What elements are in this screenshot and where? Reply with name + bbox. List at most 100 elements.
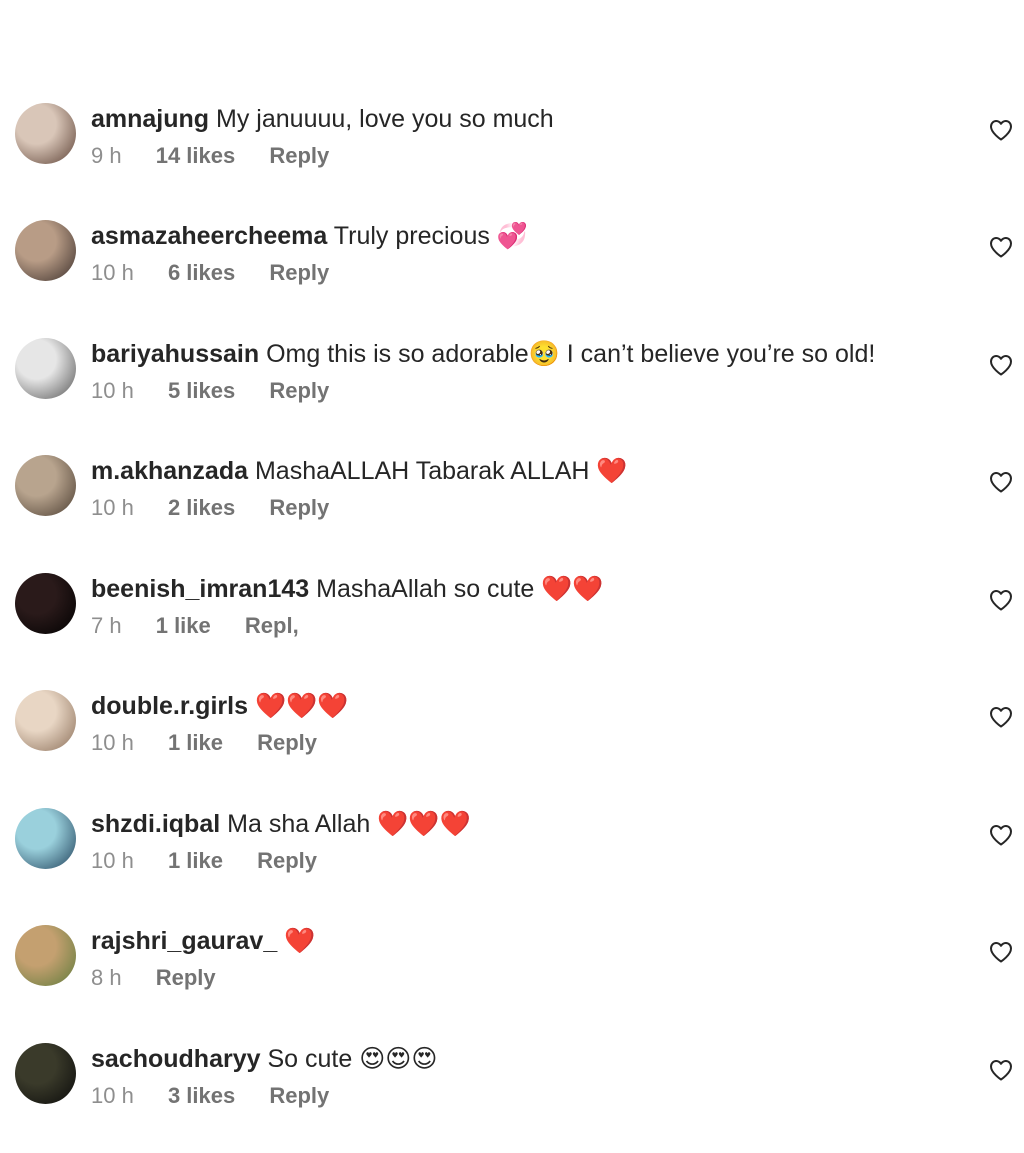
comment-text: MashaAllah so cute: [316, 575, 535, 603]
comment-username[interactable]: asmazaheercheema: [91, 222, 327, 250]
comment-line: sachoudharyy So cute 😍😍😍: [91, 1043, 944, 1075]
comment-emoji: 💞: [496, 221, 528, 250]
avatar[interactable]: [15, 220, 76, 281]
heart-outline-icon[interactable]: [989, 354, 1013, 376]
comment-body: rajshri_gaurav_ ❤️ 8 h Reply: [91, 925, 944, 993]
comment-line: double.r.girls ❤️❤️❤️: [91, 690, 944, 722]
heart-outline-icon[interactable]: [989, 1059, 1013, 1081]
comment-likes[interactable]: 1 like: [168, 848, 223, 873]
comment-body: shzdi.iqbal Ma sha Allah ❤️❤️❤️ 10 h 1 l…: [91, 808, 944, 876]
heart-outline-icon[interactable]: [989, 236, 1013, 258]
avatar[interactable]: [15, 808, 76, 869]
comment-body: asmazaheercheema Truly precious 💞 10 h 6…: [91, 220, 944, 288]
comment-username[interactable]: sachoudharyy: [91, 1045, 261, 1073]
comment-time: 10 h: [91, 260, 134, 285]
comment-time: 10 h: [91, 848, 134, 873]
comment-body: double.r.girls ❤️❤️❤️ 10 h 1 like Reply: [91, 690, 944, 758]
comment-body: amnajung My januuuu, love you so much 9 …: [91, 103, 944, 171]
comment-time: 7 h: [91, 613, 122, 638]
reply-button[interactable]: Reply: [257, 848, 317, 873]
reply-button[interactable]: Reply: [269, 378, 329, 403]
comment-line: shzdi.iqbal Ma sha Allah ❤️❤️❤️: [91, 808, 944, 840]
comment-body: beenish_imran143 MashaAllah so cute ❤️❤️…: [91, 573, 944, 641]
comment-meta: 10 h 1 like Reply: [91, 846, 944, 876]
comment-likes[interactable]: 1 like: [156, 613, 211, 638]
reply-button[interactable]: Reply: [156, 965, 216, 990]
comment-text: Omg this is so adorable🥹 I can’t believe…: [266, 340, 876, 368]
comment-meta: 10 h 5 likes Reply: [91, 376, 944, 406]
comment-row: amnajung My januuuu, love you so much 9 …: [0, 103, 1024, 213]
comment-meta: 7 h 1 like Repl,: [91, 611, 944, 641]
avatar[interactable]: [15, 690, 76, 751]
reply-button[interactable]: Reply: [269, 1083, 329, 1108]
comment-username[interactable]: shzdi.iqbal: [91, 810, 220, 838]
heart-outline-icon[interactable]: [989, 589, 1013, 611]
comment-likes[interactable]: 2 likes: [168, 495, 235, 520]
comment-line: amnajung My januuuu, love you so much: [91, 103, 944, 135]
comment-line: rajshri_gaurav_ ❤️: [91, 925, 944, 957]
comment-row: sachoudharyy So cute 😍😍😍 10 h 3 likes Re…: [0, 1043, 1024, 1153]
comment-likes[interactable]: 6 likes: [168, 260, 235, 285]
comment-emoji: ❤️❤️❤️: [254, 691, 349, 720]
comment-likes[interactable]: 5 likes: [168, 378, 235, 403]
comment-username[interactable]: amnajung: [91, 105, 209, 133]
comment-likes[interactable]: 3 likes: [168, 1083, 235, 1108]
comment-meta: 10 h 1 like Reply: [91, 728, 944, 758]
comment-username[interactable]: m.akhanzada: [91, 457, 248, 485]
comment-meta: 10 h 6 likes Reply: [91, 258, 944, 288]
comment-emoji: ❤️❤️❤️: [377, 809, 471, 838]
heart-outline-icon[interactable]: [989, 941, 1013, 963]
comment-emoji: ❤️: [284, 926, 316, 955]
comment-row: asmazaheercheema Truly precious 💞 10 h 6…: [0, 220, 1024, 330]
reply-button[interactable]: Reply: [257, 730, 317, 755]
comment-emoji: 😍😍😍: [359, 1044, 438, 1073]
comment-text: My januuuu, love you so much: [216, 105, 554, 133]
comment-text: Ma sha Allah: [227, 810, 371, 838]
comment-meta: 8 h Reply: [91, 963, 944, 993]
comment-row: rajshri_gaurav_ ❤️ 8 h Reply: [0, 925, 1024, 1035]
avatar[interactable]: [15, 1043, 76, 1104]
comment-body: m.akhanzada MashaALLAH Tabarak ALLAH ❤️ …: [91, 455, 944, 523]
comment-time: 10 h: [91, 1083, 134, 1108]
comment-meta: 10 h 3 likes Reply: [91, 1081, 944, 1111]
heart-outline-icon[interactable]: [989, 824, 1013, 846]
comment-line: m.akhanzada MashaALLAH Tabarak ALLAH ❤️: [91, 455, 944, 487]
comment-body: bariyahussain Omg this is so adorable🥹 I…: [91, 338, 944, 406]
comment-body: sachoudharyy So cute 😍😍😍 10 h 3 likes Re…: [91, 1043, 944, 1111]
comment-username[interactable]: bariyahussain: [91, 340, 259, 368]
comment-username[interactable]: double.r.girls: [91, 692, 248, 720]
heart-outline-icon[interactable]: [989, 119, 1013, 141]
comment-row: double.r.girls ❤️❤️❤️ 10 h 1 like Reply: [0, 690, 1024, 800]
comment-row: m.akhanzada MashaALLAH Tabarak ALLAH ❤️ …: [0, 455, 1024, 565]
reply-button[interactable]: Repl,: [245, 613, 299, 638]
comment-likes[interactable]: 1 like: [168, 730, 223, 755]
comment-time: 8 h: [91, 965, 122, 990]
reply-button[interactable]: Reply: [269, 495, 329, 520]
comment-emoji: ❤️: [596, 456, 628, 485]
comment-line: asmazaheercheema Truly precious 💞: [91, 220, 944, 252]
comment-likes[interactable]: 14 likes: [156, 143, 236, 168]
avatar[interactable]: [15, 925, 76, 986]
comment-line: bariyahussain Omg this is so adorable🥹 I…: [91, 338, 944, 370]
heart-outline-icon[interactable]: [989, 471, 1013, 493]
comment-meta: 10 h 2 likes Reply: [91, 493, 944, 523]
avatar[interactable]: [15, 338, 76, 399]
reply-button[interactable]: Reply: [269, 143, 329, 168]
avatar[interactable]: [15, 455, 76, 516]
comment-line: beenish_imran143 MashaAllah so cute ❤️❤️: [91, 573, 944, 605]
comment-row: shzdi.iqbal Ma sha Allah ❤️❤️❤️ 10 h 1 l…: [0, 808, 1024, 918]
comment-text: MashaALLAH Tabarak ALLAH: [254, 457, 590, 485]
heart-outline-icon[interactable]: [989, 706, 1013, 728]
comment-row: bariyahussain Omg this is so adorable🥹 I…: [0, 338, 1024, 448]
comment-text: So cute: [267, 1045, 353, 1073]
comment-time: 10 h: [91, 495, 134, 520]
comment-emoji: ❤️❤️: [541, 574, 604, 603]
comment-username[interactable]: beenish_imran143: [91, 575, 309, 603]
reply-button[interactable]: Reply: [269, 260, 329, 285]
comment-text: Truly precious: [333, 222, 490, 250]
avatar[interactable]: [15, 103, 76, 164]
comment-row: beenish_imran143 MashaAllah so cute ❤️❤️…: [0, 573, 1024, 683]
comment-username[interactable]: rajshri_gaurav_: [91, 927, 277, 955]
comment-time: 9 h: [91, 143, 122, 168]
avatar[interactable]: [15, 573, 76, 634]
